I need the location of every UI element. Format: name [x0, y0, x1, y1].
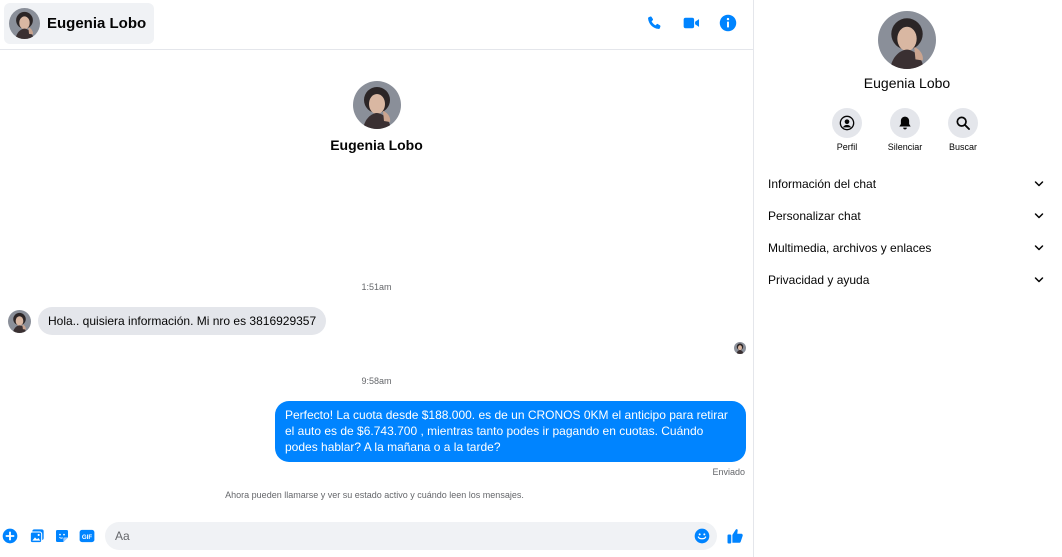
section-chat-info[interactable]: Información del chat: [768, 168, 1045, 200]
photo-icon[interactable]: [29, 528, 45, 544]
profile-label: Perfil: [836, 142, 858, 152]
incoming-message-row: Hola.. quisiera información. Mi nro es 3…: [8, 307, 327, 335]
info-avatar-wrap: [754, 11, 1060, 69]
like-icon[interactable]: [726, 527, 744, 545]
info-sections: Información del chat Personalizar chat M…: [768, 168, 1045, 296]
section-media-files-links[interactable]: Multimedia, archivos y enlaces: [768, 232, 1045, 264]
section-label: Privacidad y ayuda: [768, 273, 870, 287]
avatar[interactable]: [878, 11, 936, 69]
call-icon[interactable]: [645, 13, 663, 33]
search-button[interactable]: Buscar: [948, 108, 978, 152]
info-actions: Perfil Silenciar Buscar: [832, 108, 978, 152]
intro-contact-name: Eugenia Lobo: [330, 137, 423, 153]
profile-icon: [832, 108, 862, 138]
mute-button[interactable]: Silenciar: [887, 108, 923, 152]
chat-panel: Eugenia Lobo Eugenia Lobo 1:51am Hola.. …: [0, 0, 753, 557]
section-customize-chat[interactable]: Personalizar chat: [768, 200, 1045, 232]
header-actions: [645, 13, 737, 33]
sent-status: Enviado: [712, 467, 745, 477]
chat-info-panel: Eugenia Lobo Perfil Silenciar Buscar Inf…: [753, 0, 1062, 557]
profile-button[interactable]: Perfil: [832, 108, 862, 152]
chevron-down-icon: [1034, 277, 1044, 283]
mute-label: Silenciar: [887, 142, 923, 152]
emoji-icon[interactable]: [694, 528, 710, 544]
avatar: [9, 8, 40, 39]
chat-header: Eugenia Lobo: [0, 0, 753, 50]
contact-name: Eugenia Lobo: [47, 15, 147, 32]
avatar: [352, 81, 401, 129]
bell-icon: [890, 108, 920, 138]
incoming-message-bubble[interactable]: Hola.. quisiera información. Mi nro es 3…: [38, 307, 327, 335]
gif-icon[interactable]: GIF: [79, 528, 95, 544]
section-label: Información del chat: [768, 177, 877, 191]
section-label: Multimedia, archivos y enlaces: [768, 241, 932, 255]
system-notice: Ahora pueden llamarse y ver su estado ac…: [225, 490, 524, 500]
message-input[interactable]: [105, 522, 717, 550]
outgoing-message-bubble[interactable]: Perfecto! La cuota desde $188.000. es de…: [275, 401, 746, 462]
search-icon: [948, 108, 978, 138]
video-call-icon[interactable]: [682, 13, 700, 33]
read-receipt-avatar: [734, 342, 746, 354]
contact-header-button[interactable]: Eugenia Lobo: [4, 3, 155, 44]
conversation-intro: Eugenia Lobo: [0, 81, 753, 153]
message-composer: GIF: [0, 520, 753, 552]
sender-avatar: [8, 309, 31, 333]
sticker-icon[interactable]: [54, 528, 70, 544]
chevron-down-icon: [1034, 213, 1044, 219]
info-icon[interactable]: [719, 13, 737, 33]
section-privacy-support[interactable]: Privacidad y ayuda: [768, 264, 1045, 296]
message-timestamp: 1:51am: [361, 282, 392, 292]
info-contact-name: Eugenia Lobo: [863, 75, 951, 91]
search-label: Buscar: [948, 142, 977, 152]
gif-label: GIF: [82, 534, 92, 541]
chevron-down-icon: [1034, 245, 1044, 251]
section-label: Personalizar chat: [768, 209, 861, 223]
chevron-down-icon: [1034, 181, 1044, 187]
add-icon[interactable]: [2, 528, 18, 544]
message-timestamp: 9:58am: [361, 376, 392, 386]
